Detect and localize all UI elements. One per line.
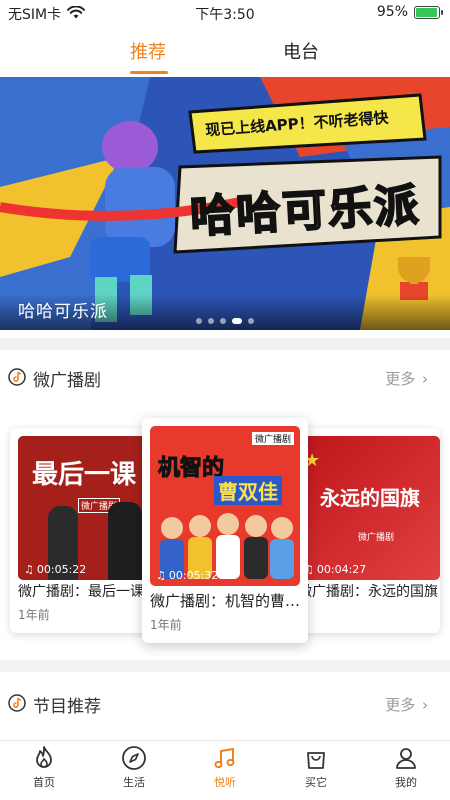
section-divider [0, 338, 450, 350]
card-title: 微广播剧：机智的曹双佳 [150, 592, 302, 610]
cover-title-2: 曹双佳 [214, 476, 282, 505]
duration-badge: ♫ 00:05:32 [156, 569, 218, 582]
chevron-right-icon: › [422, 370, 428, 388]
duration: 00:05:32 [168, 569, 219, 582]
more-label: 更多 [385, 370, 416, 388]
card-title: 微广播剧：最后一课 [18, 584, 144, 600]
tiktok-note-icon [8, 694, 26, 712]
nav-shop[interactable]: 买它 [286, 745, 346, 790]
flame-icon [36, 746, 52, 768]
status-bar: 无SIM卡 下午3:50 95% [0, 0, 450, 26]
cover-tag: 微广播剧 [251, 432, 294, 445]
cover-title: 永远的国旗 [320, 486, 420, 510]
battery-icon [414, 5, 443, 19]
carousel-dots [0, 318, 450, 324]
hero-banner[interactable]: 现已上线APP！不听老得快 哈哈可乐派 哈哈可乐派 [0, 77, 450, 330]
drama-card-1[interactable]: 最后一课 微广播剧 ♫ 00:05:22 微广播剧：最后一课 1年前 [10, 428, 160, 633]
battery-level-fill [416, 7, 437, 17]
nav-home[interactable]: 首页 [14, 745, 74, 790]
drama-card-2[interactable]: 微广播剧 机智的 曹双佳 ♫ 00:05:32 微广播剧：机智的曹双佳 1年前 [142, 418, 308, 643]
nav-mine[interactable]: 我的 [376, 745, 436, 790]
music-note-icon: ♫ [24, 563, 34, 576]
active-tab-indicator [130, 71, 168, 74]
tab-recommend[interactable]: 推荐 [130, 38, 166, 64]
bottom-nav: 首页 生活 悦听 买它 我的 [0, 740, 450, 800]
nav-label: 首页 [33, 776, 55, 789]
cover-image: 最后一课 微广播剧 ♫ 00:05:22 [18, 436, 160, 580]
cover-tag: 微广播剧 [358, 533, 395, 543]
shopping-bag-icon [307, 752, 325, 769]
nav-label: 买它 [305, 776, 327, 789]
compass-icon [122, 746, 146, 770]
card-date: 1年前 [150, 618, 182, 632]
cover-title: 最后一课 [32, 460, 137, 490]
nav-label: 悦听 [214, 776, 236, 789]
more-link[interactable]: 更多 › [385, 694, 428, 715]
programs-section-header: 节目推荐 更多 › [0, 684, 450, 724]
nav-listen[interactable]: 悦听 [195, 745, 255, 790]
cover-image: ★ 永远的国旗 微广播剧 ♫ 00:04:27 [298, 436, 440, 580]
person-icon [396, 748, 416, 769]
carousel-dot[interactable] [248, 318, 254, 324]
more-label: 更多 [385, 696, 416, 714]
duration-badge: ♫ 00:05:22 [24, 563, 86, 576]
section-title: 微广播剧 [33, 371, 101, 391]
carousel-dot[interactable] [196, 318, 202, 324]
nav-life[interactable]: 生活 [104, 745, 164, 790]
more-link[interactable]: 更多 › [385, 368, 428, 389]
music-note-icon: ♫ [156, 569, 166, 582]
duration: 00:04:27 [316, 563, 367, 576]
duration-badge: ♫ 00:04:27 [304, 563, 366, 576]
nav-label: 我的 [395, 776, 417, 789]
top-tabs: 推荐 电台 [0, 30, 450, 74]
banner-caption-bar: 哈哈可乐派 [0, 294, 450, 330]
chevron-right-icon: › [422, 696, 428, 714]
cover-figure [108, 502, 142, 580]
carousel-dot[interactable] [220, 318, 226, 324]
card-date: 1年前 [18, 608, 50, 622]
nav-label: 生活 [123, 776, 145, 789]
card-title: 微广播剧：永远的国旗 [298, 584, 438, 600]
cover-image: 微广播剧 机智的 曹双佳 ♫ 00:05:32 [150, 426, 300, 586]
carousel-dot[interactable] [208, 318, 214, 324]
battery-percent: 95% [376, 4, 408, 20]
section-title: 节目推荐 [33, 697, 101, 717]
section-divider [0, 660, 450, 672]
banner-title-art: 哈哈可乐派 [188, 179, 422, 244]
drama-card-3[interactable]: ★ 永远的国旗 微广播剧 ♫ 00:04:27 微广播剧：永远的国旗 [290, 428, 440, 633]
carousel-dot[interactable] [232, 318, 242, 324]
tab-radio[interactable]: 电台 [283, 38, 319, 64]
radio-drama-section-header: 微广播剧 更多 › [0, 358, 450, 398]
music-note-icon [214, 748, 235, 769]
duration: 00:05:22 [36, 563, 87, 576]
tiktok-note-icon [8, 368, 26, 386]
